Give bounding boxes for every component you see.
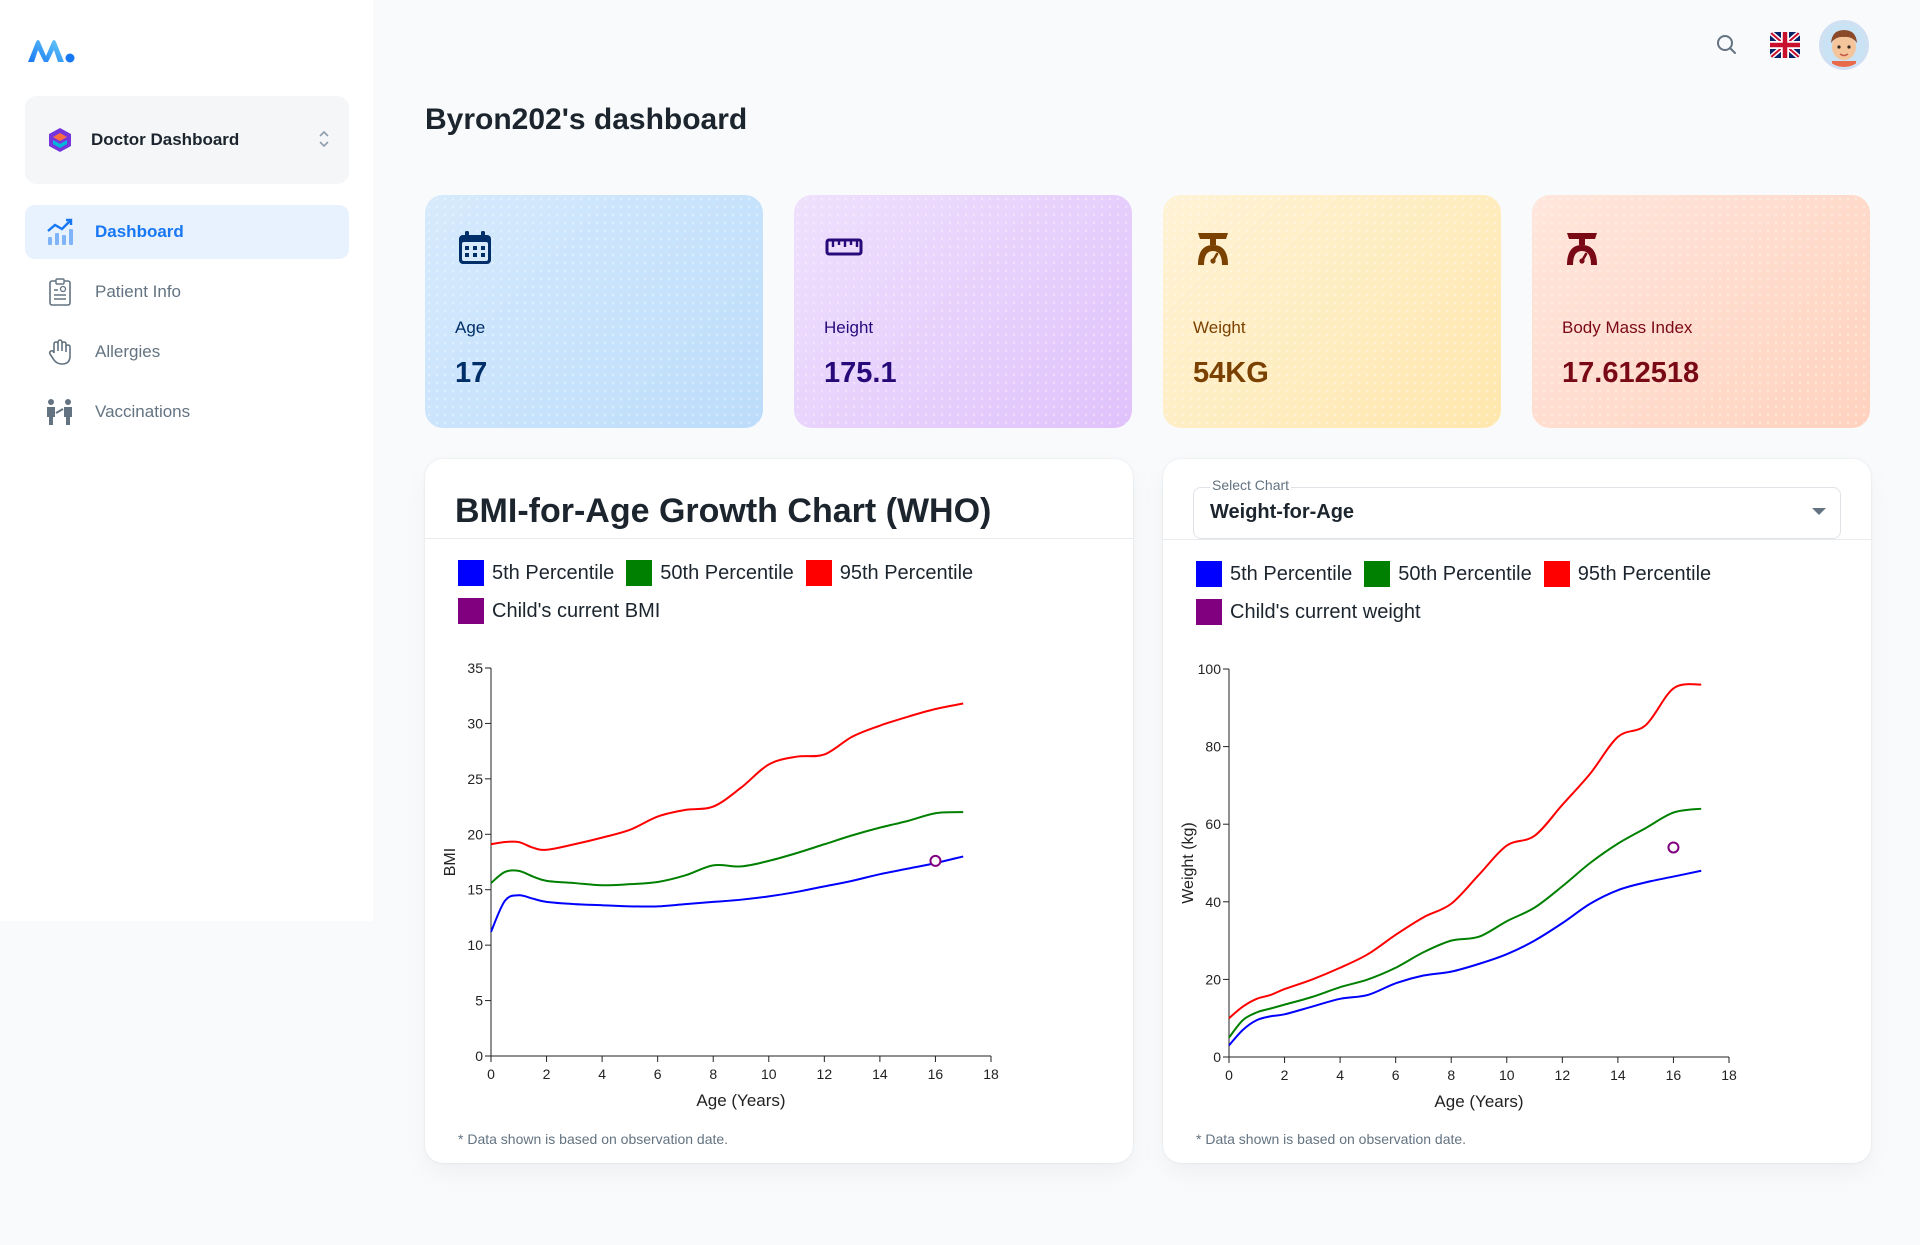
x-tick-label: 16 [928, 1066, 944, 1082]
sidebar-item-allergies[interactable]: Allergies [25, 325, 349, 379]
y-tick-label: 10 [467, 937, 483, 953]
y-tick-label: 40 [1205, 894, 1221, 910]
series-line-50th-percentile [490, 811, 964, 887]
x-tick-label: 16 [1666, 1067, 1682, 1083]
stat-label-age: Age [455, 318, 486, 337]
uk-flag-icon[interactable] [1770, 32, 1800, 58]
bmi-chart-panel: BMI-for-Age Growth Chart (WHO) 5th Perce… [425, 459, 1133, 1163]
y-tick-label: 30 [467, 715, 483, 731]
x-tick-label: 8 [1447, 1067, 1455, 1083]
y-tick-label: 25 [467, 771, 483, 787]
sidebar-item-dashboard[interactable]: Dashboard [25, 205, 349, 259]
y-tick-label: 15 [467, 882, 483, 898]
footnote: * Data shown is based on observation dat… [1196, 1131, 1467, 1147]
y-tick-label: 80 [1205, 739, 1221, 755]
weight-chart: 0 2 4 6 8 10 12 14 16 18 0 20 40 60 80 100 Age (Years) We… [1180, 661, 1737, 1111]
workspace-switcher[interactable]: Doctor Dashboard [25, 96, 349, 184]
x-tick-label: 18 [983, 1066, 999, 1082]
clipboard-icon [45, 277, 75, 307]
x-tick-label: 10 [1499, 1067, 1515, 1083]
bmi-chart: 0 2 4 6 8 10 12 14 16 18 0 5 10 15 20 25 30 35 Age (Years)… [442, 660, 999, 1110]
scale-icon [1193, 228, 1233, 268]
workspace-logo-icon [49, 128, 71, 152]
sidebar: Doctor Dashboard Dashboard Patient Info … [0, 0, 373, 921]
sidebar-item-label: Dashboard [95, 222, 184, 241]
series-line-95th-percentile [490, 702, 964, 851]
stat-label-bmi: Body Mass Index [1562, 318, 1693, 337]
y-tick-label: 20 [1205, 971, 1221, 987]
series-line-50th-percentile [1228, 807, 1702, 1039]
stat-value-weight: 54KG [1193, 357, 1269, 389]
x-tick-label: 14 [872, 1066, 888, 1082]
stat-value-height: 175.1 [824, 357, 897, 389]
avatar[interactable] [1819, 20, 1869, 70]
y-axis-label: BMI [442, 848, 459, 876]
y-tick-label: 20 [467, 826, 483, 842]
stat-value-bmi: 17.612518 [1562, 357, 1700, 389]
y-tick-label: 60 [1205, 816, 1221, 832]
y-tick-label: 35 [467, 660, 483, 676]
y-tick-label: 100 [1198, 661, 1222, 677]
series-line-5th-percentile [490, 855, 964, 933]
x-tick-label: 2 [543, 1066, 551, 1082]
workspace-label: Doctor Dashboard [91, 130, 240, 149]
x-tick-label: 6 [654, 1066, 662, 1082]
sidebar-item-label: Allergies [95, 342, 161, 361]
stat-label-weight: Weight [1193, 318, 1246, 337]
stat-card-height: Height 175.1 [794, 195, 1132, 428]
x-tick-label: 0 [1225, 1067, 1233, 1083]
stat-value-age: 17 [455, 357, 488, 389]
x-tick-label: 8 [709, 1066, 717, 1082]
x-tick-label: 12 [817, 1066, 833, 1082]
x-tick-label: 12 [1555, 1067, 1571, 1083]
scale-icon [1562, 228, 1602, 268]
chevron-updown-icon [319, 130, 329, 148]
y-axis-label: Weight (kg) [1180, 822, 1197, 904]
footnote: * Data shown is based on observation dat… [458, 1131, 729, 1147]
hand-icon [45, 337, 75, 367]
x-tick-label: 10 [761, 1066, 777, 1082]
child-data-point [1667, 841, 1680, 854]
x-axis-label: Age (Years) [696, 1091, 785, 1110]
calendar-icon [455, 228, 495, 268]
y-tick-label: 0 [1213, 1049, 1221, 1065]
chart-up-icon [45, 217, 75, 247]
stat-card-bmi: Body Mass Index 17.612518 [1532, 195, 1870, 428]
search-icon[interactable] [1714, 32, 1740, 58]
stat-card-weight: Weight 54KG [1163, 195, 1501, 428]
sidebar-nav: Dashboard Patient Info Allergies Vaccina… [25, 205, 349, 445]
x-tick-label: 6 [1392, 1067, 1400, 1083]
series-line-5th-percentile [1228, 869, 1702, 1047]
x-tick-label: 2 [1281, 1067, 1289, 1083]
vaccination-icon [45, 397, 75, 427]
x-tick-label: 18 [1721, 1067, 1737, 1083]
page-title: Byron202's dashboard [425, 103, 748, 136]
weight-chart-panel: Select Chart Weight-for-Age 5th Percenti… [1163, 459, 1871, 1163]
ruler-icon [824, 228, 864, 268]
x-tick-label: 14 [1610, 1067, 1626, 1083]
logo-icon[interactable] [26, 36, 76, 66]
y-tick-label: 0 [475, 1048, 483, 1064]
sidebar-item-patient-info[interactable]: Patient Info [25, 265, 349, 319]
stat-label-height: Height [824, 318, 874, 337]
x-tick-label: 0 [487, 1066, 495, 1082]
child-data-point [929, 854, 942, 867]
sidebar-item-vaccinations[interactable]: Vaccinations [25, 385, 349, 439]
x-axis-label: Age (Years) [1434, 1092, 1523, 1111]
y-tick-label: 5 [475, 993, 483, 1009]
x-tick-label: 4 [598, 1066, 606, 1082]
sidebar-item-label: Vaccinations [95, 402, 191, 421]
sidebar-item-label: Patient Info [95, 282, 182, 301]
x-tick-label: 4 [1336, 1067, 1344, 1083]
stat-card-age: Age 17 [425, 195, 763, 428]
